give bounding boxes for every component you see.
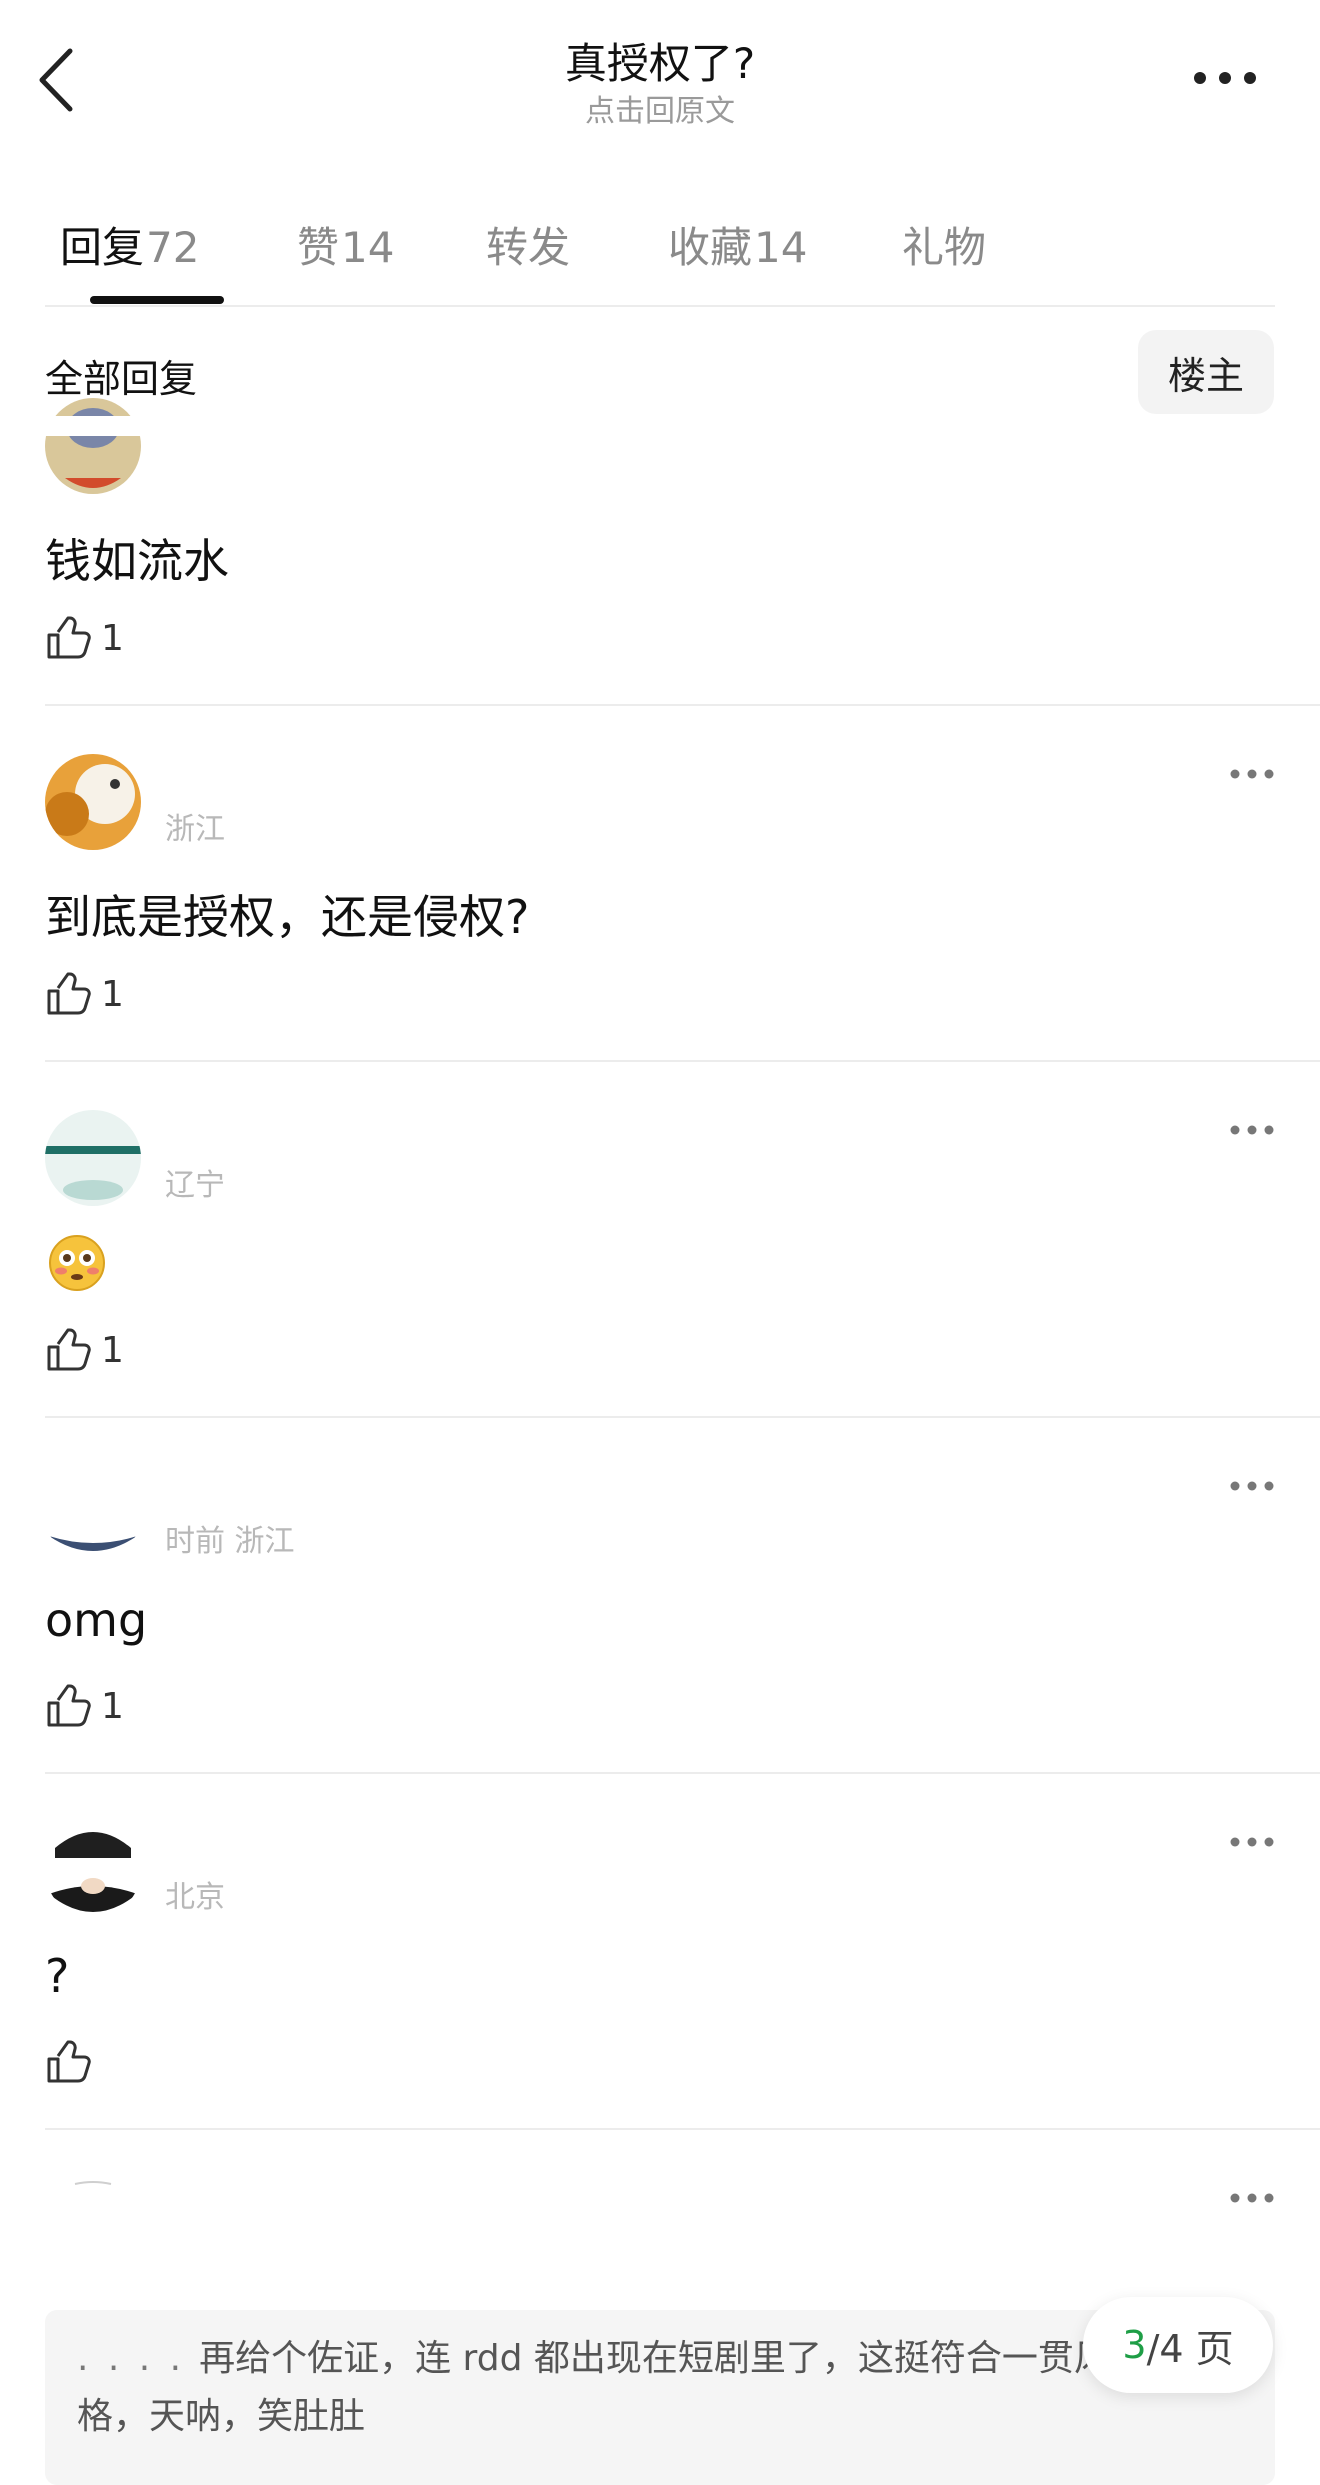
comment-text: 钱如流水 bbox=[45, 534, 229, 588]
like-count: 1 bbox=[101, 1329, 124, 1371]
active-tab-indicator bbox=[90, 296, 224, 304]
tab-likes[interactable]: 赞14 bbox=[297, 214, 394, 275]
thumbs-up-icon bbox=[47, 616, 91, 659]
like-button[interactable]: 1 bbox=[45, 1680, 124, 1732]
page-title[interactable]: 真授权了? bbox=[0, 30, 1320, 91]
tab-count: 14 bbox=[341, 223, 395, 272]
thumbs-up-icon bbox=[47, 972, 91, 1015]
avatar[interactable] bbox=[45, 2178, 141, 2274]
total-pages: /4 页 bbox=[1146, 2326, 1234, 2371]
comment-meta: 时前 浙江 bbox=[165, 1524, 295, 1559]
tab-reposts[interactable]: 转发 bbox=[486, 214, 570, 275]
page-indicator-button[interactable]: 3/4 页 bbox=[1083, 2297, 1273, 2393]
like-button[interactable]: 1 bbox=[45, 1324, 124, 1376]
comment-meta: 北京 bbox=[165, 1880, 225, 1915]
tab-bar: 回复72 赞14 转发 收藏14 礼物 bbox=[0, 200, 1320, 308]
comment-item[interactable]: 钱如流水 1 bbox=[0, 350, 1320, 706]
tab-label: 转发 bbox=[486, 223, 571, 272]
avatar[interactable] bbox=[45, 1110, 141, 1206]
like-count: 1 bbox=[101, 1685, 124, 1727]
like-button[interactable]: 1 bbox=[45, 612, 124, 664]
comment-text: 到底是授权，还是侵权? bbox=[45, 890, 530, 944]
current-page: 3 bbox=[1122, 2323, 1147, 2367]
comment-meta: 浙江 bbox=[165, 812, 225, 847]
tab-label: 收藏 bbox=[668, 223, 753, 272]
more-options-button[interactable] bbox=[1190, 58, 1260, 98]
tab-label: 回复 bbox=[60, 223, 145, 272]
thumbs-up-icon bbox=[47, 2040, 91, 2083]
comment-more-button[interactable] bbox=[1229, 1120, 1275, 1140]
avatar[interactable] bbox=[45, 1822, 141, 1918]
more-horizontal-icon bbox=[1230, 2193, 1274, 2203]
top-bar: 真授权了? 点击回原文 bbox=[0, 0, 1320, 160]
tab-gifts[interactable]: 礼物 bbox=[902, 214, 986, 275]
thumbs-up-icon bbox=[47, 1684, 91, 1727]
thumbs-up-icon bbox=[47, 1328, 91, 1371]
like-count: 1 bbox=[101, 617, 124, 659]
comment-item[interactable]: 浙江 到底是授权，还是侵权? 1 bbox=[0, 706, 1320, 1062]
comment-item[interactable]: 北京 ? bbox=[0, 1774, 1320, 2130]
tab-count: 14 bbox=[754, 223, 808, 272]
comment-more-button[interactable] bbox=[1229, 2188, 1275, 2208]
comment-meta: 辽宁 bbox=[165, 1168, 225, 1203]
avatar[interactable] bbox=[45, 398, 141, 494]
like-button[interactable]: 1 bbox=[45, 968, 124, 1020]
comment-item[interactable]: 时前 浙江 omg 1 bbox=[0, 1418, 1320, 1774]
scroll-mask bbox=[0, 416, 1320, 436]
more-horizontal-icon bbox=[1230, 1837, 1274, 1847]
quoted-reply-content: 再给个佐证，连 rdd 都出现在短剧里了，这挺符合一贯风格，天呐，笑肚肚 bbox=[77, 2338, 1110, 2437]
more-horizontal-icon bbox=[1230, 1125, 1274, 1135]
more-horizontal-icon bbox=[1194, 72, 1256, 84]
tab-label: 赞 bbox=[297, 223, 340, 272]
more-horizontal-icon bbox=[1230, 769, 1274, 779]
flushed-face-emoji-icon bbox=[49, 1235, 105, 1291]
like-count: 1 bbox=[101, 973, 124, 1015]
comment-more-button[interactable] bbox=[1229, 764, 1275, 784]
like-button[interactable] bbox=[45, 2036, 101, 2088]
tab-replies[interactable]: 回复72 bbox=[60, 214, 199, 275]
comment-item[interactable]: 辽宁 1 bbox=[0, 1062, 1320, 1418]
quoted-reply-text: . . . . 再给个佐证，连 rdd 都出现在短剧里了，这挺符合一贯风格，天呐，… bbox=[77, 2330, 1117, 2446]
comment-more-button[interactable] bbox=[1229, 1832, 1275, 1852]
more-horizontal-icon bbox=[1230, 1481, 1274, 1491]
comment-text: omg bbox=[45, 1593, 148, 1647]
comment-more-button[interactable] bbox=[1229, 1476, 1275, 1496]
tab-label: 礼物 bbox=[902, 223, 987, 272]
tab-count: 72 bbox=[146, 223, 200, 272]
comment-text: ? bbox=[45, 1949, 70, 2003]
view-original-link[interactable]: 点击回原文 bbox=[0, 86, 1320, 130]
tab-favorites[interactable]: 收藏14 bbox=[668, 214, 807, 275]
avatar[interactable] bbox=[45, 754, 141, 850]
avatar[interactable] bbox=[45, 1466, 141, 1562]
divider bbox=[45, 305, 1275, 307]
redacted-username: . . . . bbox=[77, 2338, 186, 2379]
